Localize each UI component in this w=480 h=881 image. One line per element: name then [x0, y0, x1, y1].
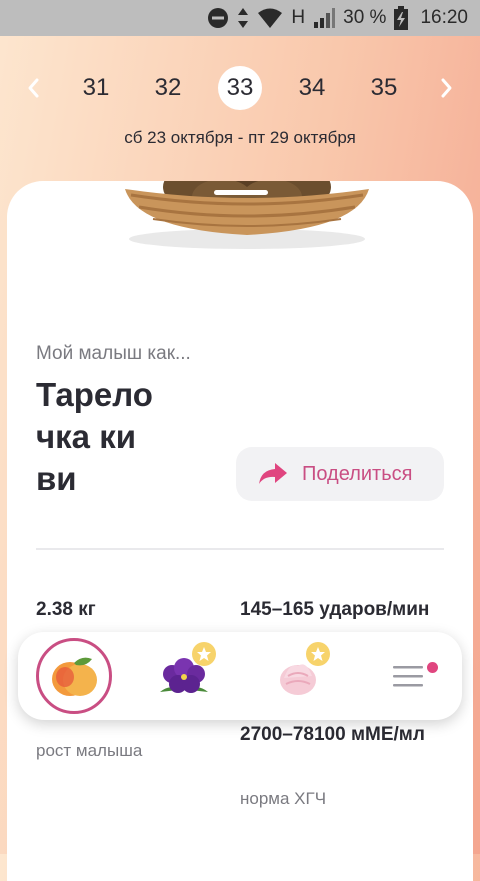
- signal-icon: [314, 8, 336, 28]
- week-35[interactable]: 35: [362, 66, 406, 110]
- battery-percent: 30 %: [343, 7, 387, 28]
- chevron-right-icon[interactable]: [432, 74, 460, 102]
- wifi-icon: [258, 8, 283, 28]
- nav-sweets[interactable]: [260, 638, 336, 714]
- peach-icon: [52, 657, 97, 696]
- weight-value: 2.38 кг: [36, 599, 96, 620]
- menu-icon: [393, 666, 423, 687]
- week-34[interactable]: 34: [290, 66, 334, 110]
- fruit-comparison-title: Тарелочка киви: [36, 376, 153, 497]
- notification-dot: [427, 662, 438, 673]
- network-type: H: [291, 7, 306, 28]
- bottom-navigation: [18, 632, 462, 720]
- drag-handle[interactable]: [214, 190, 268, 195]
- baby-size-card: Мой малыш как... Тарелочка киви Поделить…: [7, 181, 473, 881]
- week-32[interactable]: 32: [146, 66, 190, 110]
- nav-baby[interactable]: [36, 638, 112, 714]
- nav-flowers[interactable]: [146, 638, 222, 714]
- status-bar: H 30 % 16:20: [0, 0, 480, 36]
- nav-menu[interactable]: [370, 638, 446, 714]
- battery-charging-icon: [394, 6, 409, 30]
- week-list: 31 32 33 34 35: [74, 66, 406, 110]
- star-badge-icon: [192, 642, 216, 666]
- height-label: рост малыша: [36, 741, 143, 760]
- date-range: сб 23 октября - пт 29 октября: [124, 128, 356, 147]
- hcg-value: 2700–78100 мМЕ/мл: [240, 724, 425, 745]
- week-selector: 31 32 33 34 35: [0, 66, 480, 112]
- do-not-disturb-icon: [208, 8, 229, 28]
- card-subtitle: Мой малыш как...: [36, 343, 191, 364]
- share-label: Поделиться: [302, 462, 413, 485]
- chevron-left-icon[interactable]: [20, 74, 48, 102]
- divider: [36, 548, 444, 550]
- clock: 16:20: [420, 7, 468, 28]
- week-33-selected[interactable]: 33: [218, 66, 262, 110]
- star-badge-icon: [306, 642, 330, 666]
- heart-rate-value: 145–165 ударов/мин: [240, 599, 430, 620]
- share-arrow-icon: [259, 463, 287, 484]
- data-transfer-icon: [238, 8, 249, 28]
- share-button[interactable]: Поделиться: [236, 447, 444, 501]
- week-31[interactable]: 31: [74, 66, 118, 110]
- hcg-label: норма ХГЧ: [240, 789, 327, 808]
